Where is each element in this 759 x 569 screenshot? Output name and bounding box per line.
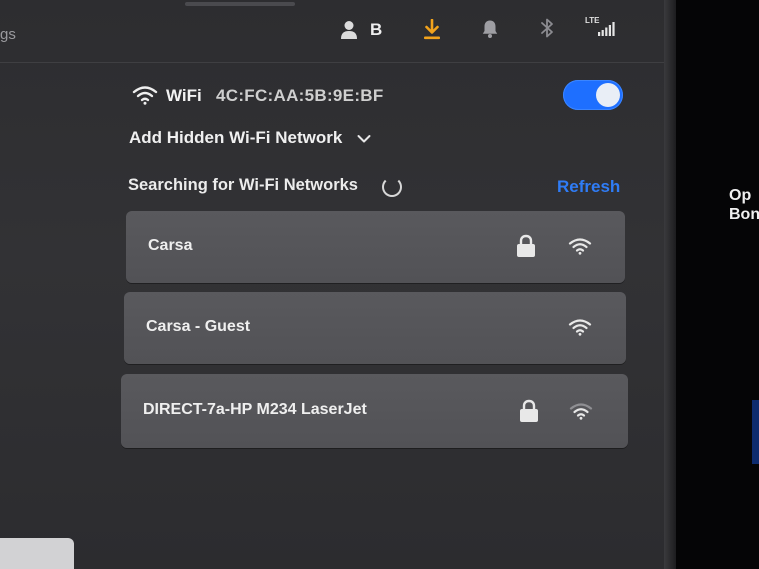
user-initial[interactable]: B bbox=[370, 20, 382, 40]
breadcrumb[interactable]: gs bbox=[0, 26, 16, 43]
add-hidden-network-label: Add Hidden Wi-Fi Network bbox=[129, 128, 343, 147]
network-name: Carsa - Guest bbox=[146, 318, 251, 335]
wifi-icon bbox=[132, 86, 158, 105]
network-item-carsa-guest[interactable]: Carsa - Guest bbox=[124, 292, 626, 364]
loading-spinner-icon bbox=[382, 177, 402, 197]
network-name: DIRECT-7a-HP M234 LaserJet bbox=[143, 401, 367, 418]
network-item-direct-hp-laserjet[interactable]: DIRECT-7a-HP M234 LaserJet bbox=[121, 374, 628, 448]
chevron-down-icon bbox=[357, 135, 371, 143]
scan-status: Searching for Wi-Fi Networks bbox=[128, 176, 358, 194]
wifi-signal-icon bbox=[569, 403, 593, 420]
adjacent-screen-text: Op Bon bbox=[729, 187, 759, 223]
download-icon[interactable] bbox=[423, 19, 441, 41]
lte-signal-icon bbox=[598, 22, 615, 36]
network-item-carsa[interactable]: Carsa bbox=[126, 211, 625, 283]
adjacent-screen bbox=[676, 0, 759, 569]
lock-icon bbox=[520, 399, 538, 422]
wifi-signal-icon bbox=[568, 238, 592, 255]
bluetooth-icon[interactable] bbox=[540, 17, 554, 39]
wifi-mac-address: 4C:FC:AA:5B:9E:BF bbox=[216, 86, 384, 105]
bell-icon[interactable] bbox=[482, 19, 498, 39]
user-icon[interactable] bbox=[340, 20, 358, 40]
status-bar: gs B LTE bbox=[0, 0, 664, 63]
wifi-label: WiFi bbox=[166, 86, 202, 105]
wifi-signal-icon bbox=[568, 319, 592, 336]
add-hidden-network-dropdown[interactable]: Add Hidden Wi-Fi Network bbox=[129, 128, 371, 148]
wifi-header: WiFi 4C:FC:AA:5B:9E:BF bbox=[130, 80, 625, 110]
adjacent-screen-accent bbox=[752, 400, 759, 464]
lock-icon bbox=[517, 234, 535, 257]
bottom-tab[interactable] bbox=[0, 538, 74, 569]
network-name: Carsa bbox=[148, 237, 193, 254]
wifi-toggle[interactable] bbox=[563, 80, 623, 110]
settings-screen: gs B LTE WiFi 4C:FC:AA:5B:9E:BF Add Hidd… bbox=[0, 0, 664, 569]
toggle-knob bbox=[596, 83, 620, 107]
drag-handle[interactable] bbox=[185, 2, 295, 6]
screen-bezel bbox=[664, 0, 676, 569]
refresh-button[interactable]: Refresh bbox=[557, 177, 620, 197]
